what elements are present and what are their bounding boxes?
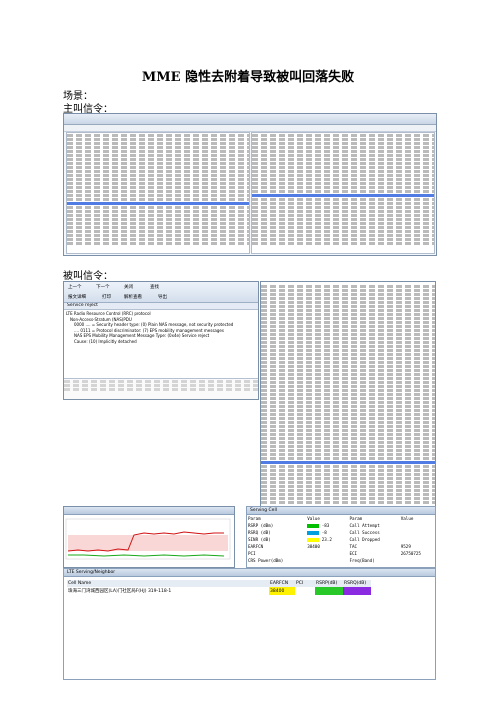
next-button[interactable]: 下一个: [96, 284, 110, 290]
callee-label: 被叫信令：: [63, 271, 113, 282]
prev-button[interactable]: 上一个: [68, 284, 82, 290]
document-title: MME 隐性去附着导致被叫回落失败: [141, 70, 355, 85]
sinr-bar: [307, 538, 320, 542]
callee-selected-row[interactable]: [261, 461, 435, 464]
serving-cell-title: Serving Cell: [247, 507, 435, 515]
caller-toolbar: [64, 114, 436, 125]
rsrq-bar: [307, 531, 320, 535]
close-button[interactable]: 关闭: [124, 284, 133, 290]
print-button[interactable]: 打印: [102, 294, 111, 300]
tree-tab[interactable]: Service reject: [67, 303, 98, 308]
tree-line[interactable]: 0000 .... = Security header type: (0) Pl…: [66, 322, 256, 328]
neighbor-title: LTE Serving/Neighbor: [64, 569, 435, 577]
explain-button[interactable]: 解析查看: [124, 294, 142, 300]
caller-signaling-screenshot: [63, 113, 437, 256]
tree-line-cause[interactable]: Cause: (10) Implicitly detached: [66, 339, 256, 345]
serving-cell-panel: Serving Cell Param Value Param Value RSR…: [246, 506, 436, 568]
caller-selected-row[interactable]: [67, 202, 249, 205]
decode-tree: LTE Radio Resource Control (RRC) protoco…: [64, 310, 258, 345]
caller-right-table: [251, 132, 435, 254]
export-button[interactable]: 导出: [158, 294, 167, 300]
signal-chart-window: [63, 506, 235, 568]
caller-column-header: [64, 125, 436, 132]
serving-cell-table: Param Value Param Value RSRP (dBm) -83 C…: [248, 516, 421, 563]
detail-button[interactable]: 报文详细: [68, 294, 86, 300]
callee-signaling-list: [260, 281, 436, 508]
caller-right-selected-row[interactable]: [252, 194, 434, 197]
signal-chart: [65, 518, 231, 560]
neighbor-table: Cell Name EARFCN PCI RSRP(dB) RSRQ(dB) 珠…: [67, 580, 371, 595]
chart-fill-bar: [68, 535, 228, 551]
neighbor-row[interactable]: 珠海三门湾城西园区(LA)门社区局F(HJ) 319-118-1 38400: [67, 587, 371, 595]
callee-decode-window: 上一个 下一个 关闭 查找 报文详细 打印 解析查看 导出 Service re…: [63, 281, 259, 400]
search-button[interactable]: 查找: [150, 284, 159, 290]
rsrp-bar: [307, 524, 320, 528]
neighbor-panel: LTE Serving/Neighbor Cell Name EARFCN PC…: [63, 568, 436, 680]
hex-view: [64, 378, 258, 399]
caller-left-table: [66, 132, 250, 254]
